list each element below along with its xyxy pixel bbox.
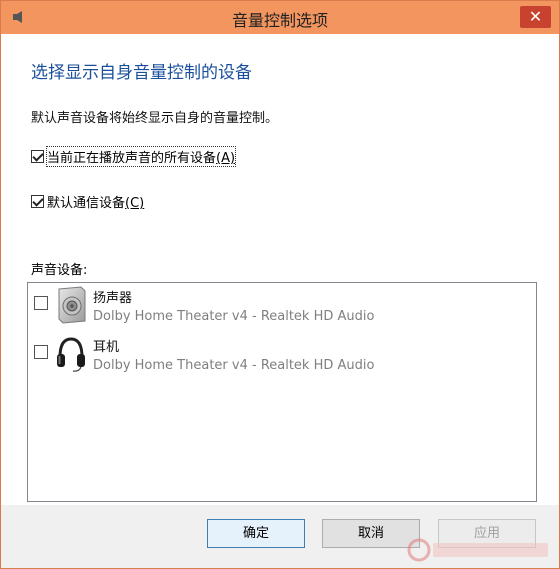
all-playing-devices-checkbox[interactable] — [31, 150, 44, 163]
speaker-detail: Dolby Home Theater v4 - Realtek HD Audio — [93, 309, 375, 324]
speaker-name: 扬声器 — [93, 291, 133, 306]
dialog-body: 选择显示自身音量控制的设备 默认声音设备将始终显示自身的音量控制。 当前正在播放… — [1, 34, 559, 505]
volume-options-dialog: 音量控制选项 ✕ 选择显示自身音量控制的设备 默认声音设备将始终显示自身的音量控… — [0, 0, 560, 569]
page-heading: 选择显示自身音量控制的设备 — [31, 63, 252, 83]
window-title: 音量控制选项 — [231, 11, 328, 30]
option-all-playing-devices[interactable]: 当前正在播放声音的所有设备(A) — [31, 146, 237, 167]
ok-button[interactable]: 确定 — [207, 519, 305, 548]
headphones-checkbox[interactable] — [34, 345, 48, 359]
device-item-speaker[interactable]: 扬声器 Dolby Home Theater v4 - Realtek HD A… — [34, 286, 374, 324]
headphones-detail: Dolby Home Theater v4 - Realtek HD Audio — [93, 358, 375, 373]
default-communication-checkbox[interactable] — [31, 195, 44, 208]
close-button[interactable]: ✕ — [520, 6, 551, 28]
option-default-communication-device[interactable]: 默认通信设备(C) — [31, 192, 144, 211]
headphones-icon — [57, 337, 85, 372]
watermark-logo — [407, 538, 548, 562]
default-communication-label[interactable]: 默认通信设备(C) — [47, 192, 144, 211]
all-playing-devices-label[interactable]: 当前正在播放声音的所有设备(A) — [45, 146, 237, 167]
headphones-name: 耳机 — [93, 340, 120, 355]
device-item-headphones[interactable]: 耳机 Dolby Home Theater v4 - Realtek HD Au… — [34, 335, 374, 373]
device-list[interactable]: 扬声器 Dolby Home Theater v4 - Realtek HD A… — [27, 282, 537, 502]
title-bar[interactable]: 音量控制选项 ✕ — [1, 1, 559, 34]
speaker-icon — [58, 286, 86, 324]
devices-section-label: 声音设备: — [31, 263, 88, 278]
description-text: 默认声音设备将始终显示自身的音量控制。 — [31, 111, 279, 126]
speaker-checkbox[interactable] — [34, 296, 48, 310]
